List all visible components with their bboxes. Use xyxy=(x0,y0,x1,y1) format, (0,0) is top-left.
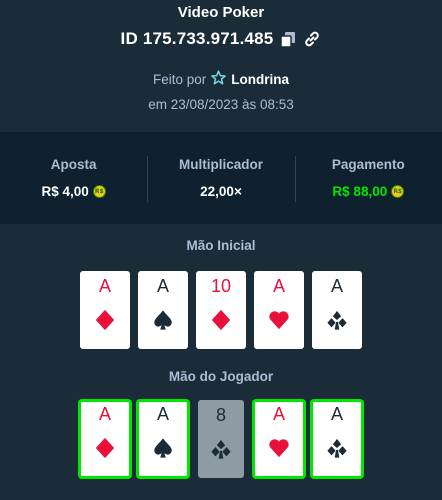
payout-value-row: R$ 88,00 R$ xyxy=(332,184,405,199)
initial-hand-card: A xyxy=(138,271,188,349)
initial-hand-card: A xyxy=(312,271,362,349)
payout-stat: Pagamento R$ 88,00 R$ xyxy=(294,132,442,224)
initial-hand-label: Mão Inicial xyxy=(186,238,256,253)
payout-label: Pagamento xyxy=(331,157,405,172)
player-hand-card: A xyxy=(78,399,132,479)
spade-suit-icon xyxy=(152,309,174,331)
bet-amount-label: Aposta xyxy=(50,157,97,172)
heart-suit-icon xyxy=(268,437,290,459)
bet-stats-panel: Aposta R$ 4,00 R$ Multiplicador 22,00× P… xyxy=(0,132,442,224)
card-rank: A xyxy=(156,404,169,424)
bet-id-row: ID 175.733.971.485 xyxy=(0,29,442,49)
player-hand-card: 8 xyxy=(198,400,244,478)
diamond-suit-icon xyxy=(210,309,232,331)
club-suit-icon xyxy=(326,437,348,459)
bet-details-header: Video Poker ID 175.733.971.485 Feito por… xyxy=(0,0,442,132)
card-rank: 8 xyxy=(215,405,226,425)
initial-hand-card: 10 xyxy=(196,271,246,349)
card-rank: A xyxy=(98,404,111,424)
bet-amount-value: R$ 4,00 xyxy=(41,184,89,199)
brl-coin-icon: R$ xyxy=(92,185,106,198)
card-rank: A xyxy=(98,276,111,296)
heart-suit-icon xyxy=(268,309,290,331)
made-by-prefix: Feito por xyxy=(152,71,207,87)
username-link[interactable]: Londrina xyxy=(231,72,289,87)
diamond-suit-icon xyxy=(94,309,116,331)
player-hand-label: Mão do Jogador xyxy=(168,369,274,384)
card-rank: A xyxy=(330,276,343,296)
bet-amount-value-row: R$ 4,00 R$ xyxy=(42,184,106,199)
initial-hand-card: A xyxy=(80,271,130,349)
bet-id: ID 175.733.971.485 xyxy=(120,29,274,48)
player-hand-card: A xyxy=(252,399,306,479)
player-hand-card: A xyxy=(136,399,190,479)
card-rank: A xyxy=(156,276,169,296)
brl-coin-icon: R$ xyxy=(391,185,405,198)
made-by-row: Feito por Londrina xyxy=(0,70,442,88)
bet-amount-stat: Aposta R$ 4,00 R$ xyxy=(0,132,147,224)
diamond-suit-icon xyxy=(94,437,116,459)
initial-hand: A A 10 A A xyxy=(0,271,442,349)
vip-star-icon xyxy=(211,70,227,88)
multiplier-value: 22,00× xyxy=(200,184,242,199)
bet-date: em 23/08/2023 às 08:53 xyxy=(148,97,294,112)
card-rank: 10 xyxy=(210,276,232,296)
club-suit-icon xyxy=(326,309,348,331)
spade-suit-icon xyxy=(152,437,174,459)
card-rank: A xyxy=(272,276,285,296)
club-suit-icon xyxy=(210,438,232,460)
card-rank: A xyxy=(330,404,343,424)
initial-hand-card: A xyxy=(254,271,304,349)
multiplier-label: Multiplicador xyxy=(178,157,263,172)
payout-value: R$ 88,00 xyxy=(332,184,388,199)
player-hand: A A 8 A A xyxy=(0,399,442,479)
card-rank: A xyxy=(272,404,285,424)
player-hand-card: A xyxy=(310,399,364,479)
copy-icon[interactable] xyxy=(279,30,297,48)
link-icon[interactable] xyxy=(303,30,321,48)
game-title: Video Poker xyxy=(177,4,265,21)
multiplier-stat: Multiplicador 22,00× xyxy=(147,132,294,224)
